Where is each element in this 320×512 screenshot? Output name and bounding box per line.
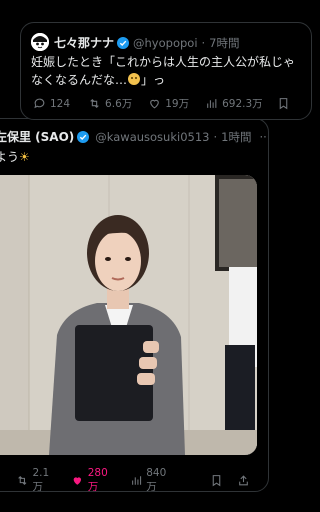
reply-icon <box>34 98 45 109</box>
tweet-actions: 124 6.6万 19万 692.3万 <box>33 96 308 111</box>
bookmark-icon <box>212 475 221 487</box>
separator-dot: · <box>213 129 218 144</box>
retweet-button[interactable]: 6.6万 <box>88 96 132 111</box>
handle[interactable]: @hyopopoi <box>133 36 198 50</box>
photo-illustration <box>0 175 257 455</box>
reply-button[interactable]: 124 <box>33 97 70 110</box>
views-count: 692.3万 <box>222 98 263 110</box>
verified-badge-icon <box>77 130 90 143</box>
tweet-actions: 2万 2.1万 280万 840万 <box>0 467 268 492</box>
tweet-text-line-1: 妊娠したとき「これからは人生の主人公が私じゃ <box>31 55 296 69</box>
tweet-text-line-2-start: なくなるんだな… <box>31 73 128 87</box>
views-button[interactable]: 840万 <box>130 467 176 492</box>
retweet-count: 2.1万 <box>32 467 50 492</box>
verified-badge-icon <box>117 36 130 49</box>
views-icon <box>131 476 141 485</box>
timestamp[interactable]: 7時間 <box>209 35 239 51</box>
tweet-text: よう☀ <box>0 148 30 166</box>
share-button[interactable] <box>237 474 254 487</box>
tweet-text-line-2-end: 」っ <box>141 73 166 87</box>
timestamp[interactable]: 1時間 <box>221 129 251 145</box>
bookmark-button[interactable] <box>210 474 227 487</box>
reply-count: 124 <box>50 97 71 110</box>
like-count: 280万 <box>87 467 108 492</box>
retweet-count: 6.6万 <box>105 98 133 110</box>
display-name[interactable]: 七々那ナナ <box>54 34 114 51</box>
main-tweet-card[interactable]: 左保里 (SAO) @kawausosuki0513 · 1時間 ··· よう☀ <box>0 118 269 492</box>
quote-tweet-card[interactable]: 七々那ナナ @hyopopoi · 7時間 妊娠したとき「これからは人生の主人公… <box>20 22 312 120</box>
more-icon[interactable]: ··· <box>259 130 268 144</box>
reply-button[interactable]: 2万 <box>0 467 4 491</box>
bookmark-icon <box>279 98 287 110</box>
like-icon <box>73 477 82 485</box>
bookmark-button[interactable] <box>277 97 294 110</box>
avatar[interactable] <box>31 33 49 51</box>
views-button[interactable]: 692.3万 <box>205 96 263 111</box>
like-button[interactable]: 280万 <box>71 467 117 492</box>
tweet-photo[interactable] <box>0 175 257 455</box>
share-icon <box>239 475 248 486</box>
handle[interactable]: @kawausosuki0513 <box>95 130 209 144</box>
tweet-text-body: よう <box>0 150 20 164</box>
sun-emoji-icon: ☀ <box>19 150 30 164</box>
pleading-face-emoji-icon <box>128 73 141 85</box>
views-icon <box>207 99 217 108</box>
like-count: 19万 <box>165 98 190 110</box>
like-button[interactable]: 19万 <box>148 96 189 111</box>
reply-count: 2万 <box>0 467 4 491</box>
separator-dot: · <box>201 35 206 50</box>
display-name[interactable]: 左保里 (SAO) <box>0 128 74 145</box>
like-icon <box>150 99 160 109</box>
tweet-text-line-2: なくなるんだな… 」っ <box>31 71 295 89</box>
retweet-icon <box>18 476 27 485</box>
retweet-icon <box>90 98 99 109</box>
tweet-text: 妊娠したとき「これからは人生の主人公が私じゃ なくなるんだな… 」っ <box>31 53 295 89</box>
views-count: 840万 <box>146 467 167 492</box>
retweet-button[interactable]: 2.1万 <box>16 467 59 492</box>
